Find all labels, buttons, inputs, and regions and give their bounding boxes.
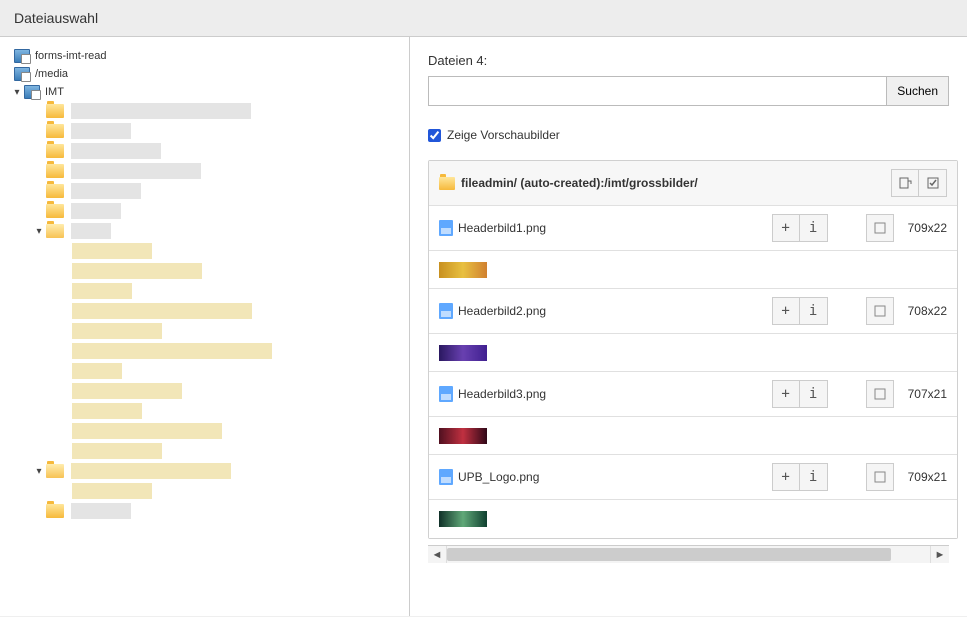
tree-storage-media[interactable]: /media xyxy=(0,65,409,83)
thumbnail-row xyxy=(429,500,957,538)
file-row[interactable]: Headerbild1.png + i 709x22 xyxy=(429,206,957,251)
thumbnail-row xyxy=(429,251,957,289)
horizontal-scrollbar[interactable]: ◄ ► xyxy=(428,545,949,563)
folder-icon xyxy=(46,204,64,218)
tree-folder[interactable] xyxy=(0,341,409,361)
select-checkbox[interactable] xyxy=(866,297,894,325)
add-file-button[interactable]: + xyxy=(772,463,800,491)
tree-folder[interactable] xyxy=(0,161,409,181)
tree-folder[interactable] xyxy=(0,381,409,401)
image-file-icon xyxy=(439,386,453,402)
tree-folder[interactable] xyxy=(0,121,409,141)
info-button[interactable]: i xyxy=(800,297,828,325)
window-title: Dateiauswahl xyxy=(0,0,967,37)
file-name: Headerbild3.png xyxy=(458,387,772,401)
file-row[interactable]: UPB_Logo.png + i 709x21 xyxy=(429,455,957,500)
file-table: fileadmin/ (auto-created):/imt/grossbild… xyxy=(428,160,958,539)
thumbnail-image xyxy=(439,262,487,278)
import-button[interactable] xyxy=(891,169,919,197)
folder-icon xyxy=(46,164,64,178)
content-pane: Dateien 4: Suchen Zeige Vorschaubilder f… xyxy=(410,37,967,616)
scroll-left-icon[interactable]: ◄ xyxy=(428,549,446,561)
folder-tree: forms-imt-read /media ▾ IMT ▾ ▾ xyxy=(0,37,410,616)
file-row[interactable]: Headerbild2.png + i 708x22 xyxy=(429,289,957,334)
thumbnail-row xyxy=(429,417,957,455)
tree-folder[interactable] xyxy=(0,261,409,281)
tree-folder[interactable] xyxy=(0,241,409,261)
scroll-right-icon[interactable]: ► xyxy=(931,549,949,561)
info-button[interactable]: i xyxy=(800,463,828,491)
tree-folder[interactable] xyxy=(0,141,409,161)
thumbnails-toggle[interactable]: Zeige Vorschaubilder xyxy=(428,128,949,142)
tree-folder[interactable] xyxy=(0,401,409,421)
tree-label: IMT xyxy=(45,86,64,98)
tree-folder[interactable] xyxy=(0,421,409,441)
thumbnails-checkbox[interactable] xyxy=(428,129,441,142)
file-row[interactable]: Headerbild3.png + i 707x21 xyxy=(429,372,957,417)
tree-folder[interactable] xyxy=(0,501,409,521)
thumbnails-label: Zeige Vorschaubilder xyxy=(447,128,560,142)
chevron-down-icon[interactable]: ▾ xyxy=(12,87,22,98)
tree-folder[interactable] xyxy=(0,361,409,381)
tree-folder[interactable] xyxy=(0,181,409,201)
tree-label: /media xyxy=(35,68,68,80)
thumbnail-image xyxy=(439,511,487,527)
info-button[interactable]: i xyxy=(800,380,828,408)
image-file-icon xyxy=(439,303,453,319)
storage-icon xyxy=(14,49,30,63)
tree-folder-expanded[interactable]: ▾ xyxy=(0,461,409,481)
path-header: fileadmin/ (auto-created):/imt/grossbild… xyxy=(429,161,957,206)
main-container: forms-imt-read /media ▾ IMT ▾ ▾ xyxy=(0,37,967,616)
path-label: fileadmin/ (auto-created):/imt/grossbild… xyxy=(461,176,891,190)
select-checkbox[interactable] xyxy=(866,380,894,408)
tree-folder[interactable] xyxy=(0,101,409,121)
tree-folder[interactable] xyxy=(0,301,409,321)
add-file-button[interactable]: + xyxy=(772,297,800,325)
folder-icon xyxy=(46,184,64,198)
tree-folder[interactable] xyxy=(0,321,409,341)
select-all-button[interactable] xyxy=(919,169,947,197)
select-checkbox[interactable] xyxy=(866,214,894,242)
info-button[interactable]: i xyxy=(800,214,828,242)
tree-folder[interactable] xyxy=(0,281,409,301)
tree-storage-imt[interactable]: ▾ IMT xyxy=(0,83,409,101)
folder-icon xyxy=(46,144,64,158)
folder-icon xyxy=(439,177,455,190)
chevron-down-icon[interactable]: ▾ xyxy=(34,226,44,237)
folder-icon xyxy=(46,124,64,138)
thumbnail-image xyxy=(439,428,487,444)
thumbnail-row xyxy=(429,334,957,372)
add-file-button[interactable]: + xyxy=(772,380,800,408)
folder-open-icon xyxy=(46,464,64,478)
tree-folder[interactable] xyxy=(0,481,409,501)
file-name: Headerbild1.png xyxy=(458,221,772,235)
image-file-icon xyxy=(439,220,453,236)
tree-folder-expanded[interactable]: ▾ xyxy=(0,221,409,241)
tree-folder[interactable] xyxy=(0,201,409,221)
folder-icon xyxy=(46,104,64,118)
search-input[interactable] xyxy=(428,76,887,106)
file-name: UPB_Logo.png xyxy=(458,470,772,484)
chevron-down-icon[interactable]: ▾ xyxy=(34,466,44,477)
storage-icon xyxy=(24,85,40,99)
search-row: Suchen xyxy=(428,76,949,106)
file-dimensions: 708x22 xyxy=(908,304,947,318)
file-dimensions: 709x22 xyxy=(908,221,947,235)
storage-icon xyxy=(14,67,30,81)
image-file-icon xyxy=(439,469,453,485)
select-checkbox[interactable] xyxy=(866,463,894,491)
tree-folder[interactable] xyxy=(0,441,409,461)
tree-storage-forms[interactable]: forms-imt-read xyxy=(0,47,409,65)
file-count-label: Dateien 4: xyxy=(428,53,949,68)
file-dimensions: 707x21 xyxy=(908,387,947,401)
search-button[interactable]: Suchen xyxy=(887,76,949,106)
file-dimensions: 709x21 xyxy=(908,470,947,484)
tree-label: forms-imt-read xyxy=(35,50,107,62)
folder-icon xyxy=(46,504,64,518)
folder-open-icon xyxy=(46,224,64,238)
thumbnail-image xyxy=(439,345,487,361)
file-name: Headerbild2.png xyxy=(458,304,772,318)
add-file-button[interactable]: + xyxy=(772,214,800,242)
